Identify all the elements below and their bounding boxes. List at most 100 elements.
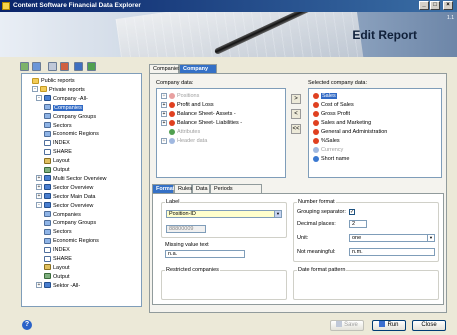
tree-item[interactable]: INDEX (44, 246, 70, 254)
selected-data-item[interactable]: Currency (313, 146, 343, 154)
expand-icon[interactable]: + (161, 110, 167, 117)
tree-item[interactable]: + Multi Sector Overview (36, 175, 107, 183)
tree-item[interactable]: Companies (44, 104, 83, 112)
tree-item[interactable]: Output (44, 273, 70, 281)
company-data-item[interactable]: + Balance Sheet- Assets - (161, 110, 236, 118)
tree-item[interactable]: Companies (44, 211, 81, 219)
tree-item[interactable]: + Sector Main Data (36, 193, 96, 201)
company-data-item[interactable]: + Positions (161, 92, 199, 100)
selected-data-item[interactable]: Sales and Marketing (313, 119, 371, 127)
tree-item[interactable]: Layout (44, 264, 70, 272)
company-data-item[interactable]: + Profit and Loss (161, 101, 214, 109)
minimize-button[interactable]: _ (419, 1, 429, 10)
expand-icon[interactable]: + (161, 101, 167, 108)
app-icon (2, 2, 10, 10)
tab-format[interactable]: Format (152, 184, 175, 193)
selected-data-item[interactable]: Sales (313, 92, 337, 100)
delete-report-icon[interactable] (60, 62, 69, 71)
expand-icon[interactable]: + (36, 184, 42, 191)
decimal-places-spinner[interactable]: 2 (349, 220, 367, 228)
maximize-button[interactable]: □ (430, 1, 440, 10)
selected-data-item-label: General and Administration (321, 129, 388, 135)
date-format-title: Date format pattern (297, 267, 347, 273)
tree-item[interactable]: Economic Regions (44, 237, 99, 245)
close-button[interactable]: Close (412, 320, 446, 331)
selected-data-list[interactable]: Sales Cost of Sales Gross Profit Sales and … (308, 88, 442, 178)
company-data-item[interactable]: + Header data (161, 137, 207, 145)
add-item-button[interactable]: > (291, 94, 301, 104)
expand-icon[interactable]: + (161, 137, 167, 144)
company-data-item[interactable]: + Balance Sheet- Liabilities - (161, 119, 242, 127)
expand-icon[interactable]: + (36, 282, 42, 289)
save-icon (336, 321, 343, 328)
tree-item[interactable]: Economic Regions (44, 130, 99, 138)
tree-item[interactable]: Output (44, 166, 70, 174)
remove-all-button[interactable]: << (291, 124, 301, 134)
selected-data-item[interactable]: General and Administration (313, 128, 387, 136)
expand-icon[interactable]: + (161, 119, 167, 126)
missing-value-field[interactable]: n.a. (165, 250, 245, 258)
tree-item[interactable]: SHARE (44, 148, 72, 156)
tree-item[interactable]: Sectors (44, 228, 72, 236)
remove-item-button[interactable]: < (291, 109, 301, 119)
selected-data-item-label: Currency (321, 147, 344, 153)
list-icon (44, 246, 51, 253)
restricted-companies-title: Restricted companies (165, 267, 220, 273)
save-button[interactable]: Save (330, 320, 364, 331)
tab-rules[interactable]: Rules (174, 184, 192, 193)
collapse-icon[interactable]: - (36, 202, 42, 209)
play-icon (379, 321, 386, 328)
selected-data-item[interactable]: Short name (313, 155, 349, 163)
tree-item[interactable]: - Company -All- (36, 95, 88, 103)
tree-item[interactable]: Layout (44, 157, 70, 165)
company-data-item[interactable]: Attributes (161, 128, 200, 136)
help-icon[interactable]: ? (22, 320, 32, 330)
tree-item[interactable]: - Sector Overview (36, 202, 93, 210)
tree-item[interactable]: Sectors (44, 122, 72, 130)
save-report-icon[interactable] (48, 62, 57, 71)
report-tree[interactable]: Public reports - Private reports - Company -… (21, 73, 142, 307)
tab-company-data[interactable]: Company Data (179, 64, 217, 80)
close-window-button[interactable]: × (443, 1, 453, 10)
expand-icon[interactable]: + (161, 92, 167, 99)
label-select[interactable]: Position-ID ▼ (166, 210, 282, 218)
output-icon (44, 166, 51, 173)
unit-select[interactable]: one ▼ (349, 234, 435, 242)
tree-item[interactable]: INDEX (44, 139, 70, 147)
data-item-icon (313, 128, 319, 135)
not-meaningful-field[interactable]: n.m. (349, 248, 435, 256)
selected-data-item[interactable]: Cost of Sales (313, 101, 354, 109)
refresh-icon[interactable] (87, 62, 96, 71)
tab-periods[interactable]: Periods (mult.ent.) (210, 184, 262, 200)
new-report-icon[interactable] (20, 62, 29, 71)
tree-item-label: Companies (53, 211, 81, 218)
tree-item[interactable]: SHARE (44, 255, 72, 263)
company-data-list[interactable]: + Positions + Profit and Loss + Balance Sheet… (156, 88, 286, 178)
tree-item[interactable]: - Private reports (32, 86, 85, 94)
page-title: Edit Report (352, 28, 417, 42)
collapse-icon[interactable]: - (32, 86, 38, 93)
version-label: 1.1 (447, 15, 454, 21)
run-button[interactable]: Run (372, 320, 406, 331)
tree-item[interactable]: Company Groups (44, 113, 96, 121)
tree-item[interactable]: Public reports (32, 77, 75, 85)
collapse-icon[interactable]: - (36, 95, 42, 102)
open-report-icon[interactable] (32, 62, 41, 71)
tree-item[interactable]: + Sector Overview (36, 184, 93, 192)
tree-item-label: Economic Regions (53, 238, 99, 245)
expand-icon[interactable]: + (36, 193, 42, 200)
tree-item[interactable]: + Sektor -All- (36, 282, 80, 290)
selected-data-item[interactable]: %Sales (313, 137, 340, 145)
tab-companies[interactable]: Companies (149, 64, 181, 73)
expand-icon[interactable]: + (36, 175, 42, 182)
run-report-icon[interactable] (74, 62, 83, 71)
tree-item[interactable]: Company Groups (44, 219, 96, 227)
data-node-icon (169, 110, 175, 117)
tab-data[interactable]: Data (192, 184, 210, 193)
grouping-separator-checkbox[interactable]: ✓ (349, 209, 355, 215)
layout-icon (44, 157, 51, 164)
chevron-down-icon[interactable]: ▼ (274, 211, 281, 217)
tree-item-label: Multi Sector Overview (53, 175, 107, 182)
chevron-down-icon[interactable]: ▼ (427, 235, 434, 241)
selected-data-item[interactable]: Gross Profit (313, 110, 350, 118)
